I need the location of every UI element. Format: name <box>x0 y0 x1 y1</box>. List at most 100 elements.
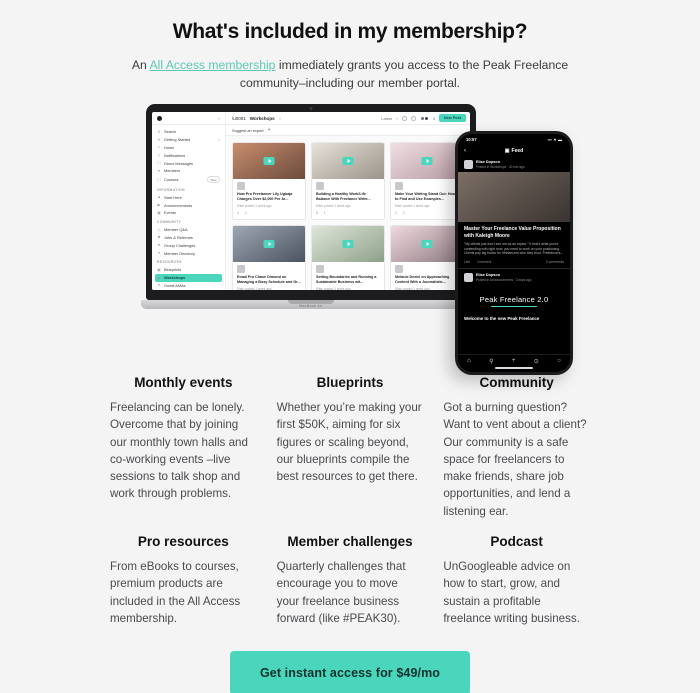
card-subtitle: Elise posted 1 week ago <box>395 287 430 290</box>
all-access-membership-link[interactable]: All Access membership <box>149 58 275 72</box>
sidebar-item-getting-started[interactable]: ✦ Getting Started × <box>152 136 225 144</box>
like-count[interactable]: 3 <box>395 211 397 215</box>
chevron-down-icon[interactable]: ˅ <box>396 116 398 121</box>
brand-block: Peak Freelance 2.0 <box>458 285 570 312</box>
avatar <box>464 272 473 282</box>
play-icon[interactable] <box>263 240 275 248</box>
post-author: Elise Dopson <box>476 273 501 278</box>
page-title: What's included in my membership? <box>172 20 528 43</box>
app-main-content: Suggest an expert + How Pro Freelancer L… <box>226 125 470 290</box>
people-icon: ● <box>157 168 161 173</box>
sidebar-item-announcements[interactable]: ▶ Announcements <box>152 201 225 209</box>
comment-button[interactable]: Comment <box>477 260 491 264</box>
sidebar-item-label: Blueprints <box>164 267 182 273</box>
workshop-card[interactable]: Make Your Writing Stand Out: How to Find… <box>390 142 464 220</box>
card-subtitle: Elise posted 1 week ago <box>237 287 272 290</box>
comment-count[interactable]: 0 <box>403 211 405 215</box>
phone-nav-title-group: ▣ Feed <box>505 148 523 154</box>
gear-icon[interactable] <box>411 115 417 121</box>
sidebar-item-notifications[interactable]: △ Notifications <box>152 151 225 159</box>
chevron-down-icon[interactable]: ˅ <box>279 116 281 121</box>
sidebar-item-blueprints[interactable]: ▣ Blueprints <box>152 266 225 274</box>
workshop-card[interactable]: Setting Boundaries and Running a Sustain… <box>311 225 385 290</box>
trophy-icon: ★ <box>157 243 161 248</box>
avatar <box>237 182 245 190</box>
workshop-card[interactable]: How Pro Freelancer Lily Ugbaja Charges O… <box>232 142 306 220</box>
card-thumbnail <box>233 226 305 262</box>
envelope-icon: ☐ <box>157 161 161 166</box>
sidebar-item-members[interactable]: ● Members <box>152 167 225 175</box>
play-icon[interactable] <box>421 157 433 165</box>
sidebar-item-search[interactable]: ⚲ Search <box>152 128 225 136</box>
card-title: Setting Boundaries and Running a Sustain… <box>316 275 377 284</box>
post-author: Elise Dopson <box>476 160 501 165</box>
avatar <box>423 115 429 121</box>
like-button[interactable]: Like <box>464 260 470 264</box>
membership-section: What's included in my membership? An All… <box>0 0 700 693</box>
card-title: Building a Healthy Work/Life Balance Wit… <box>316 192 371 201</box>
app-sidebar: ⚲ Search ✦ Getting Started × ⌂ Home △ No… <box>152 125 226 290</box>
get-instant-access-button[interactable]: Get instant access for $49/mo <box>229 651 471 693</box>
sidebar-item-label: Direct Messages <box>164 160 193 166</box>
back-icon[interactable]: ‹ <box>464 148 466 154</box>
member-count: 3 <box>432 115 435 121</box>
workshop-card[interactable]: Building a Healthy Work/Life Balance Wit… <box>311 142 385 220</box>
sidebar-item-start-here[interactable]: ▲ Start Here <box>152 193 225 201</box>
calendar-icon: ▣ <box>157 210 161 215</box>
app-channel-bar: \u0001 Workshops ˅ Latest ˅ 3 New Post <box>226 114 470 122</box>
sidebar-item-group-challenges[interactable]: ★ Group Challenges <box>152 241 225 249</box>
close-icon[interactable]: × <box>218 138 220 142</box>
tab-home-icon[interactable]: ⌂ <box>467 358 471 364</box>
comment-count[interactable]: 0 <box>245 211 247 215</box>
sidebar-item-events[interactable]: ▣ Events <box>152 209 225 217</box>
sidebar-item-label: Search <box>164 129 177 135</box>
sidebar-item-home[interactable]: ⌂ Home <box>152 144 225 152</box>
sidebar-section-information: INFORMATION <box>157 187 185 192</box>
bell-icon[interactable] <box>402 115 408 121</box>
sidebar-item-workshops[interactable]: ▶ Workshops <box>155 273 222 282</box>
sidebar-item-direct-messages[interactable]: ☐ Direct Messages <box>152 159 225 167</box>
tab-plus-icon[interactable]: + <box>512 358 516 364</box>
like-count[interactable]: 6 <box>316 211 318 215</box>
workshop-card[interactable]: Melanie Deziel on Approaching Content Wi… <box>390 225 464 290</box>
tab-chat-icon[interactable]: ○ <box>557 358 561 364</box>
phone-feed: Elise Dopson Posted in Workshops · 40 mi… <box>458 156 570 354</box>
tab-search-icon[interactable]: ⚲ <box>489 358 493 365</box>
avatar <box>395 182 403 190</box>
sidebar-item-guest-amas[interactable]: ● Guest AMAs <box>152 282 225 290</box>
sidebar-section-community: COMMUNITY <box>157 220 182 225</box>
like-count[interactable]: 4 <box>237 211 239 215</box>
card-thumbnail <box>312 143 384 179</box>
laptop-model-label: MacBook Air <box>299 304 323 308</box>
play-icon[interactable] <box>421 240 433 248</box>
sidebar-item-courses[interactable]: ☐ Courses New <box>152 175 225 185</box>
post-title: Master Your Freelance Value Proposition … <box>464 226 561 239</box>
app-channel-title: Workshops <box>249 115 275 121</box>
laptop-base: MacBook Air <box>141 300 481 309</box>
member-avatars[interactable] <box>420 115 429 121</box>
play-icon[interactable] <box>342 157 354 165</box>
chevron-down-icon: ˅ <box>217 115 220 121</box>
sidebar-item-label: Guest AMAs <box>164 282 186 288</box>
sidebar-item-member-qa[interactable]: ◇ Member Q&A <box>152 226 225 234</box>
tab-bell-icon[interactable]: ⊙ <box>534 358 539 365</box>
comment-count[interactable]: 1 <box>324 211 326 215</box>
suggest-expert-label[interactable]: Suggest an expert <box>232 128 264 133</box>
app-logo-icon <box>157 115 162 121</box>
card-title: Make Your Writing Stand Out: How to Find… <box>395 192 456 201</box>
phone-nav-bar: ‹ ▣ Feed <box>458 145 570 156</box>
play-icon[interactable] <box>263 157 275 165</box>
phone-notch <box>492 134 536 143</box>
app-workspace-switcher[interactable]: ˅ <box>152 112 226 124</box>
phone-screen: 10:57 ▪▪▪ ▾ ▬ ‹ ▣ Feed Elise Dopson Post… <box>458 134 570 372</box>
sidebar-item-member-directory[interactable]: ● Member Directory <box>152 249 225 257</box>
sort-label[interactable]: Latest <box>381 116 392 121</box>
card-title: How Pro Freelancer Lily Ugbaja Charges O… <box>237 192 293 201</box>
new-post-button[interactable]: New Post <box>438 114 466 122</box>
play-icon[interactable] <box>342 240 354 248</box>
sidebar-item-jobs-referrals[interactable]: ■ Jobs & Referrals <box>152 234 225 242</box>
plus-icon[interactable]: + <box>268 127 271 133</box>
workshop-card[interactable]: Email Pro Chase Dimond on Managing a Bus… <box>232 225 306 290</box>
home-indicator <box>495 367 533 369</box>
sidebar-item-label: Home <box>164 144 175 150</box>
